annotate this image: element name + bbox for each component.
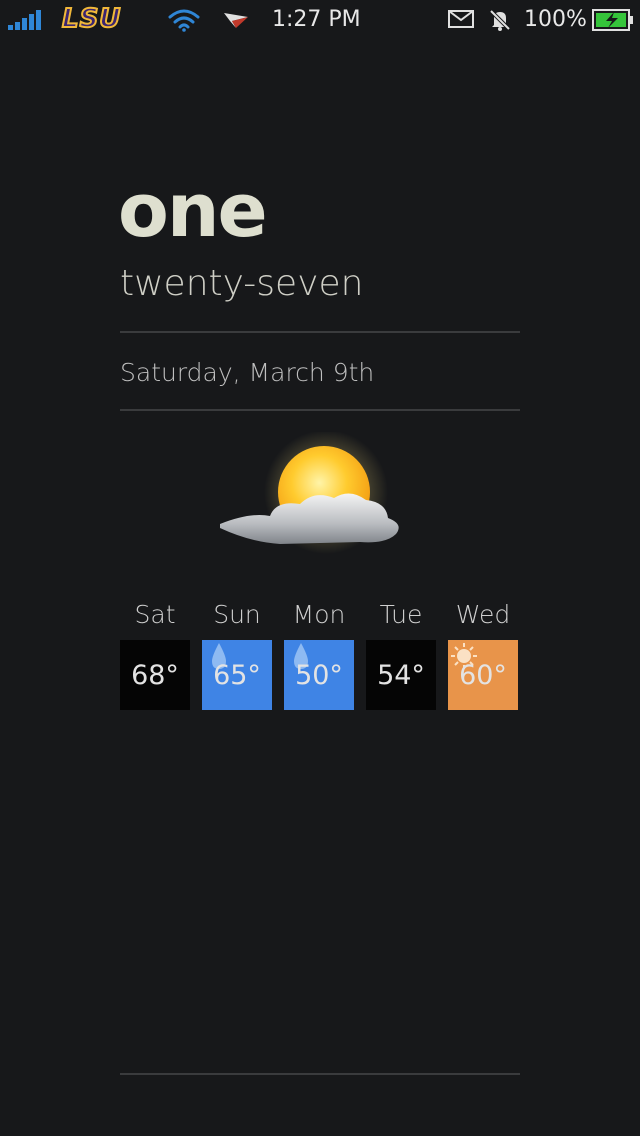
forecast-day[interactable]: Mon 50° [284,596,354,710]
status-bar: LSU 1:27 PM 100% [0,0,640,40]
forecast-tile: 60° [448,640,518,710]
lock-screen: LSU 1:27 PM 100% one twenty-seven Saturd… [0,0,640,1136]
forecast-tile: 54° [366,640,436,710]
forecast-day-label: Sun [213,600,261,629]
clock-hour: one [118,168,268,254]
forecast-temp: 54° [377,659,425,691]
mail-icon [448,10,474,28]
forecast-day[interactable]: Tue 54° [366,596,436,710]
wifi-icon [168,9,200,32]
forecast-day-label: Mon [292,600,346,629]
forecast-temp: 50° [295,659,343,691]
forecast-day-label: Sat [134,600,176,629]
forecast-temp: 68° [131,659,179,691]
forecast-tile: 68° [120,640,190,710]
forecast-day-label: Tue [379,600,423,629]
navigation-icon [224,13,248,28]
battery-percent: 100% [524,7,587,32]
signal-icon [8,8,48,30]
forecast-day-label: Wed [455,600,511,629]
clock-minutes: twenty-seven [120,263,364,304]
forecast-strip: Sat 68° Sun 65° Mon 50° Tue 54° Wed 60° [120,596,530,716]
forecast-tile: 65° [202,640,272,710]
partly-cloudy-icon [220,432,399,554]
battery-charging-icon [592,9,633,31]
bell-muted-icon [489,9,511,31]
date-label: Saturday, March 9th [120,358,375,387]
divider [120,409,520,411]
divider [120,331,520,333]
divider [120,1073,520,1075]
forecast-day[interactable]: Wed 60° [448,596,518,710]
forecast-temp: 65° [213,659,261,691]
forecast-tile: 50° [284,640,354,710]
carrier-logo: LSU [61,3,122,35]
status-time: 1:27 PM [272,7,361,32]
forecast-day[interactable]: Sat 68° [120,596,190,710]
forecast-day[interactable]: Sun 65° [202,596,272,710]
forecast-temp: 60° [459,659,507,691]
